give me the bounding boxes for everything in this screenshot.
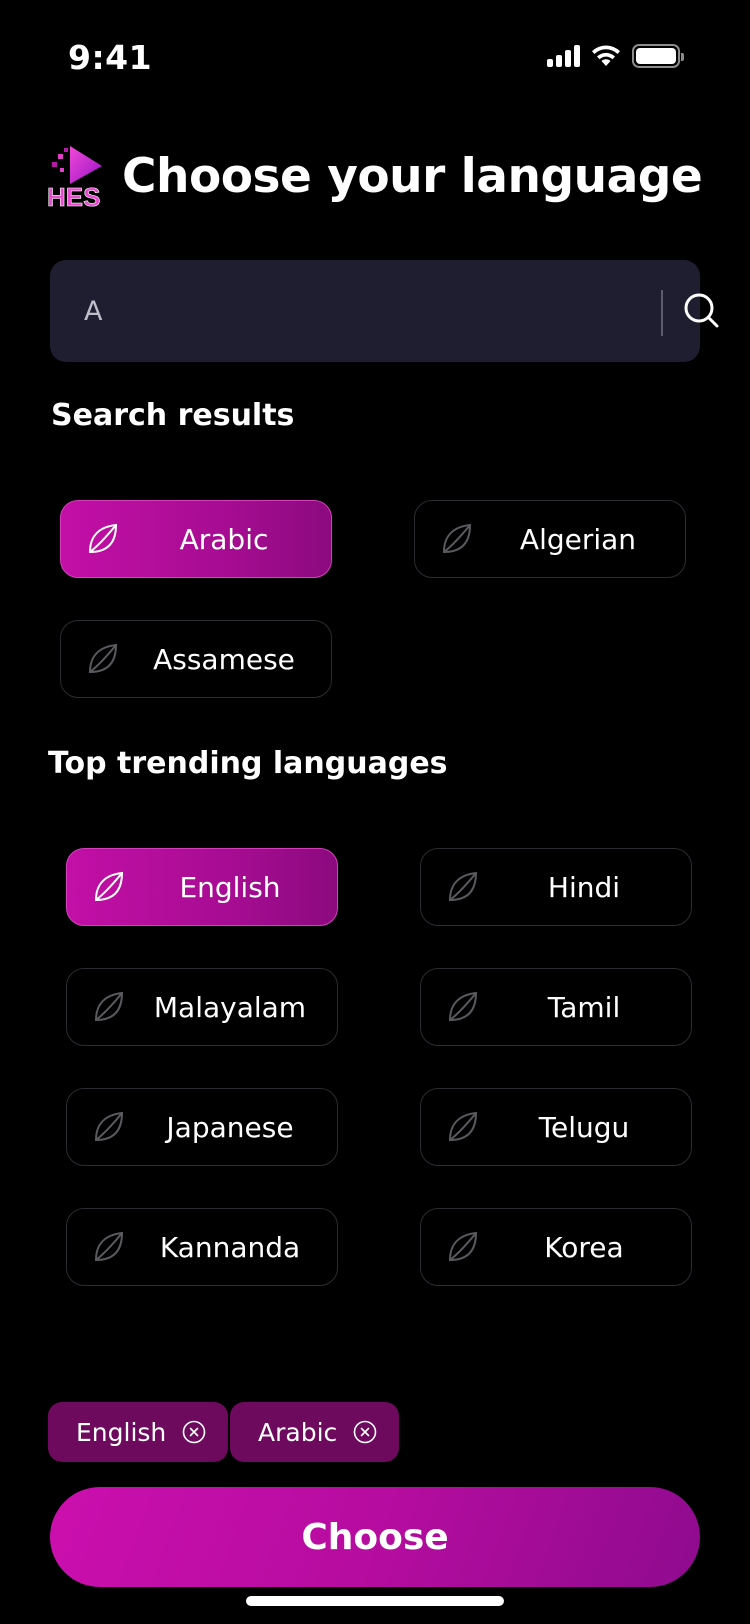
language-chip-label: Japanese [166,1110,294,1144]
language-chip[interactable]: Japanese [66,1088,338,1166]
selected-tag-english[interactable]: English [48,1402,229,1462]
language-chip-label: Telugu [538,1110,630,1144]
leaf-icon [448,991,478,1022]
logo-text: HES [47,182,100,212]
language-chip[interactable]: Hindi [420,848,692,926]
close-circle-icon[interactable] [182,1420,206,1444]
header: HES Choose your language [46,140,703,212]
status-bar: 9:41 [0,0,750,110]
choose-button[interactable]: Choose [50,1487,700,1587]
status-time: 9:41 [68,38,153,77]
language-chip-label: Assamese [153,642,295,676]
language-chip-label: Arabic [179,522,269,556]
language-chip[interactable]: Arabic [60,500,332,578]
close-circle-icon[interactable] [353,1420,377,1444]
wifi-icon [592,45,620,66]
language-chip-label: Korea [544,1230,624,1264]
leaf-icon [94,1231,124,1262]
language-chip[interactable]: Telugu [420,1088,692,1166]
search-results-title: Search results [51,398,295,433]
leaf-icon [94,1111,124,1142]
language-chip-label: Algerian [519,522,637,556]
leaf-icon [88,643,118,674]
search-input[interactable] [84,288,604,334]
app-logo: HES [46,140,110,212]
leaf-icon [88,523,118,554]
play-logo-icon: HES [47,146,102,212]
trending-title: Top trending languages [48,746,448,781]
leaf-icon [442,523,472,554]
language-chip-label: Kannanda [159,1230,301,1264]
leaf-icon [448,1111,478,1142]
battery-icon [632,44,684,68]
leaf-icon [448,1231,478,1262]
language-chip[interactable]: Kannanda [66,1208,338,1286]
search-divider [661,290,663,336]
leaf-icon [94,871,124,902]
selected-tag-arabic[interactable]: Arabic [230,1402,400,1462]
cellular-signal-icon [547,45,580,67]
page-title: Choose your language [122,148,703,204]
search-icon[interactable] [681,290,721,330]
language-chip[interactable]: Malayalam [66,968,338,1046]
selected-tag-label: English [76,1417,167,1447]
language-chip-label: Hindi [547,870,621,904]
language-chip-label: English [179,870,281,904]
leaf-icon [448,871,478,902]
selected-tag-label: Arabic [258,1417,338,1447]
home-indicator [246,1596,504,1606]
language-chip-label: Malayalam [153,990,307,1024]
language-chip[interactable]: English [66,848,338,926]
language-chip-label: Tamil [547,990,621,1024]
status-icons [547,44,684,68]
language-chip[interactable]: Assamese [60,620,332,698]
leaf-icon [94,991,124,1022]
language-chip[interactable]: Tamil [420,968,692,1046]
search-box [50,260,719,362]
language-chip[interactable]: Korea [420,1208,692,1286]
language-chip[interactable]: Algerian [414,500,686,578]
